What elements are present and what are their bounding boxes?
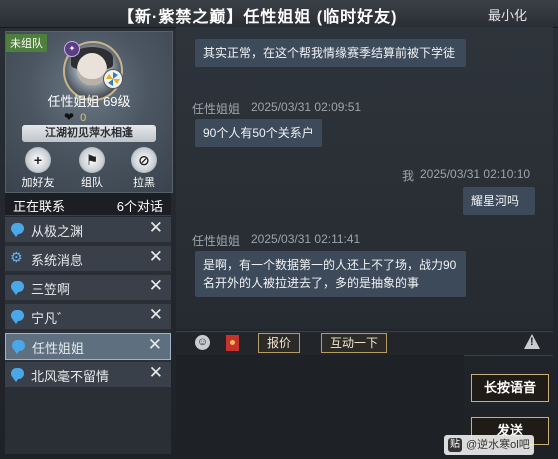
message-time: 2025/03/31 02:11:41 — [251, 232, 361, 246]
chat-bubble-icon — [11, 223, 24, 237]
message-bubble-self: 耀星河吗 — [463, 187, 535, 215]
watermark-text: @逆水寒ol吧 — [466, 439, 530, 451]
team-label: 组队 — [81, 177, 103, 189]
close-icon[interactable]: ✕ — [149, 276, 163, 296]
minimize-button[interactable]: 最小化 — [488, 5, 527, 24]
heart-icon: ❤ — [64, 110, 75, 124]
team-button[interactable]: ⚑ 组队 — [72, 145, 112, 190]
close-icon[interactable]: ✕ — [149, 218, 163, 238]
interact-button[interactable]: 互动一下 — [321, 333, 388, 353]
friendship-row: ❤ 0 — [64, 110, 86, 124]
heart-count: 0 — [80, 112, 87, 124]
profile-card: 未组队 ✦ 任性姐姐 69级 ❤ 0 江湖初见萍水相逢 + 加好友 ⚑ 组队 ⊘… — [5, 31, 173, 193]
report-warning-icon[interactable]: ! — [524, 334, 540, 349]
contact-item-selected[interactable]: 任性姐姐 ✕ — [5, 333, 171, 360]
chat-bubble-icon — [11, 368, 24, 382]
message-bubble: 90个人有50个关系户 — [195, 119, 322, 147]
red-packet-icon[interactable] — [226, 335, 239, 351]
team-flag-icon: ⚑ — [79, 147, 105, 173]
close-icon[interactable]: ✕ — [149, 305, 163, 325]
contact-item[interactable]: 三笠啊 ✕ — [5, 275, 171, 301]
watermark: 贴 @逆水寒ol吧 — [444, 435, 534, 455]
message-sender: 我 — [402, 169, 415, 183]
contact-item[interactable]: 宁凡゛ ✕ — [5, 304, 171, 330]
chat-bubble-icon — [11, 310, 24, 324]
contact-item[interactable]: 从极之渊 ✕ — [5, 217, 171, 243]
chat-bubble-icon — [11, 281, 24, 295]
contact-item[interactable]: ⚙ 系统消息 ✕ — [5, 246, 171, 272]
hold-to-talk-button[interactable]: 长按语音 — [471, 374, 549, 402]
close-icon[interactable]: ✕ — [149, 247, 163, 267]
message-sender: 任性姐姐 — [192, 234, 241, 248]
title-bar: 【新·紫禁之巅】任性姐姐 (临时好友) 最小化 — [0, 0, 558, 28]
school-emblem-icon: ✦ — [64, 41, 80, 57]
contact-list[interactable]: 从极之渊 ✕ ⚙ 系统消息 ✕ 三笠啊 ✕ 宁凡゛ ✕ 任性姐姐 ✕ 北风毫不留… — [5, 217, 171, 454]
contacts-header-title: 正在联系 — [13, 199, 66, 214]
add-friend-label: 加好友 — [21, 177, 55, 189]
input-toolbar: ☺ 报价 互动一下 ! — [176, 331, 553, 356]
chat-window: 【新·紫禁之巅】任性姐姐 (临时好友) 最小化 未组队 ✦ 任性姐姐 69级 ❤… — [0, 0, 558, 459]
player-motto: 江湖初见萍水相逢 — [22, 125, 156, 142]
contact-item[interactable]: 北风毫不留情 ✕ — [5, 362, 171, 388]
contact-name: 从极之渊 — [31, 224, 84, 239]
message-input[interactable] — [176, 355, 464, 454]
quote-button[interactable]: 报价 — [258, 333, 301, 353]
player-name-level: 任性姐姐 69级 — [47, 94, 131, 109]
add-friend-button[interactable]: + 加好友 — [18, 145, 58, 190]
message-bubble: 是啊，有一个数据第一的人还上不了场，战力90名开外的人被拉进去了，多的是抽象的事 — [195, 251, 466, 297]
left-panel: 未组队 ✦ 任性姐姐 69级 ❤ 0 江湖初见萍水相逢 + 加好友 ⚑ 组队 ⊘… — [5, 31, 173, 454]
profile-actions: + 加好友 ⚑ 组队 ⊘ 拉黑 — [10, 145, 168, 190]
status-badge: 未组队 — [6, 34, 47, 52]
pinwheel-icon — [103, 69, 123, 89]
contact-name: 任性姐姐 — [32, 341, 85, 356]
block-icon: ⊘ — [131, 147, 157, 173]
add-friend-icon: + — [25, 147, 51, 173]
message-time: 2025/03/31 02:10:10 — [420, 167, 531, 181]
gear-icon: ⚙ — [10, 249, 23, 265]
conversation-count: 6个对话 — [116, 199, 163, 214]
chat-bubble-icon — [12, 340, 25, 354]
block-label: 拉黑 — [133, 177, 155, 189]
contact-name: 系统消息 — [31, 253, 84, 268]
message-sender: 任性姐姐 — [192, 102, 241, 116]
contact-name: 北风毫不留情 — [31, 369, 110, 384]
close-icon[interactable]: ✕ — [148, 335, 162, 355]
contact-name: 三笠啊 — [31, 282, 71, 297]
close-icon[interactable]: ✕ — [149, 363, 163, 383]
message-bubble: 其实正常，在这个帮我情缘赛季结算前被下学徒 — [195, 39, 466, 67]
message-time: 2025/03/31 02:09:51 — [251, 100, 362, 114]
window-title: 【新·紫禁之巅】任性姐姐 (临时好友) — [118, 9, 398, 26]
tieba-logo-icon: 贴 — [448, 438, 462, 453]
message-area[interactable]: 其实正常，在这个帮我情缘赛季结算前被下学徒 任性姐姐 2025/03/31 02… — [176, 27, 553, 329]
emoji-icon[interactable]: ☺ — [195, 335, 210, 350]
contacts-header: 正在联系 6个对话 — [5, 193, 171, 216]
block-button[interactable]: ⊘ 拉黑 — [124, 145, 164, 190]
contact-name: 宁凡゛ — [31, 311, 71, 326]
